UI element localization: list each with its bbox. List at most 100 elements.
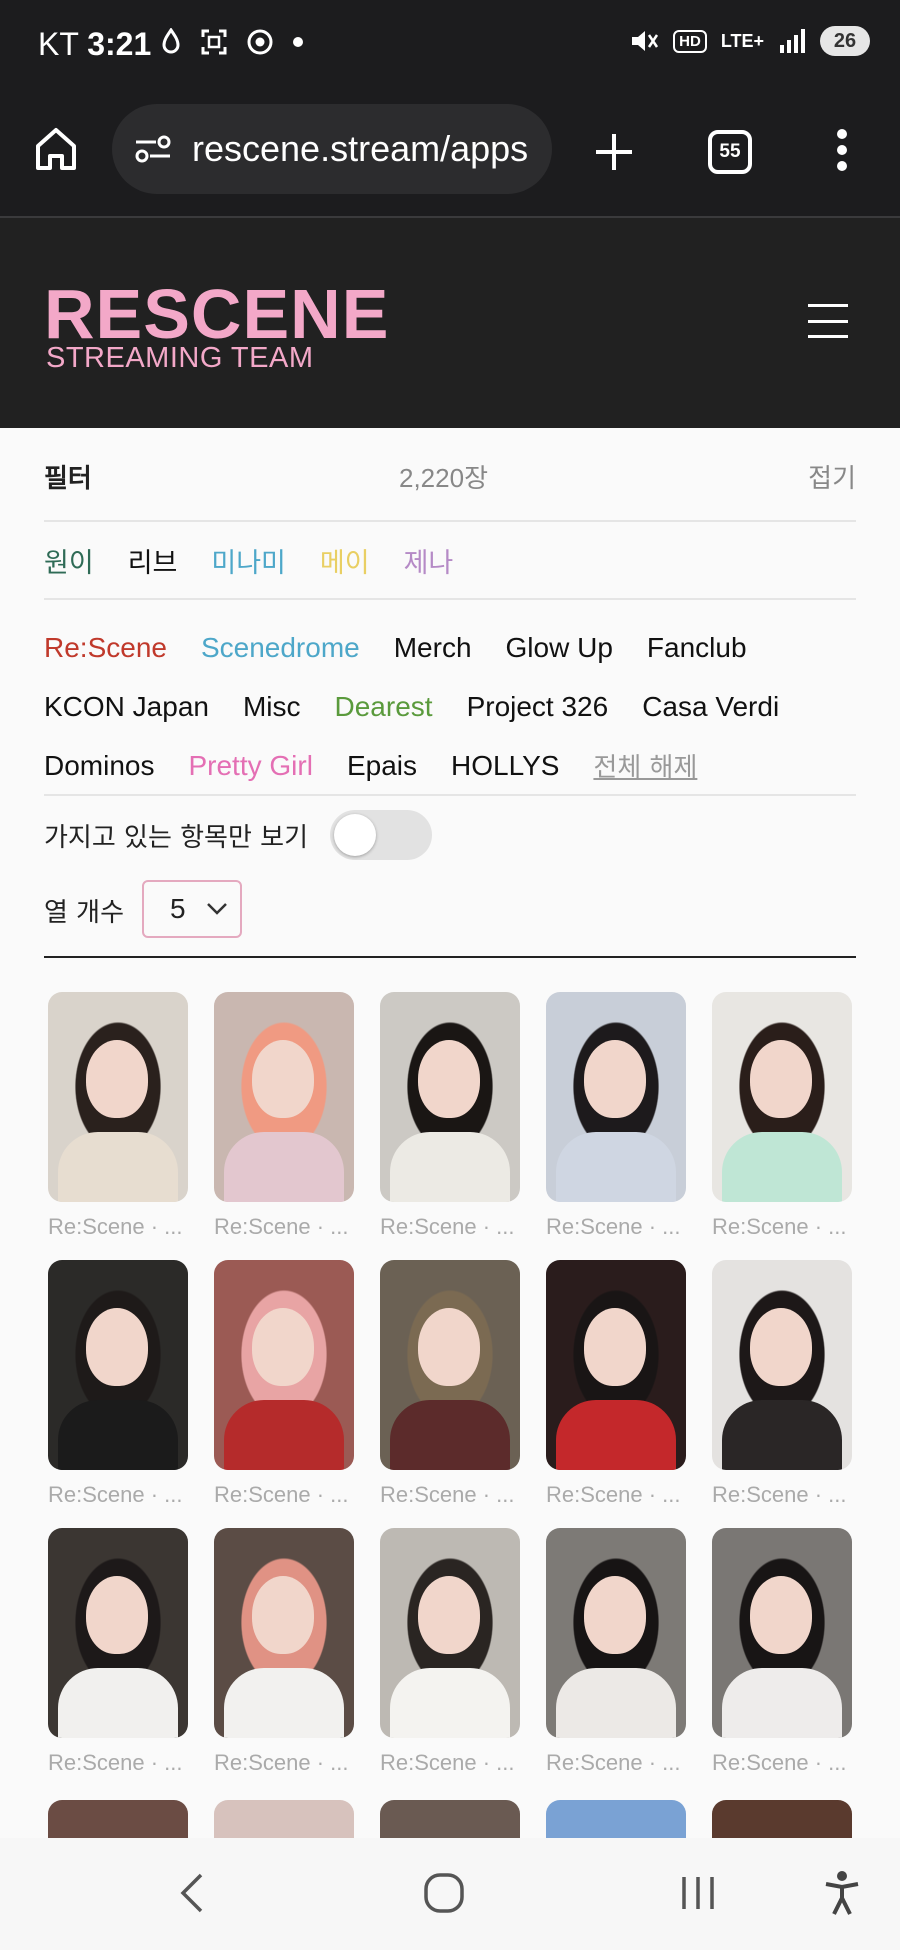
member-filter-wonhee[interactable]: 원이 (44, 541, 94, 580)
photocard-image[interactable] (712, 1260, 852, 1470)
home-icon[interactable] (34, 126, 78, 172)
photocard-caption: Re:Scene · ... (380, 1214, 515, 1239)
photocard-image-partial[interactable] (214, 1800, 354, 1838)
photocard-image[interactable] (214, 1260, 354, 1470)
photo-face (584, 1308, 646, 1386)
clear-all-filters-button[interactable]: 전체 해제 (593, 747, 697, 784)
photocard-caption: Re:Scene · ... (48, 1214, 183, 1239)
accessibility-icon (825, 1871, 859, 1915)
photocard[interactable]: Re:Scene · ... (48, 992, 188, 1240)
photocard[interactable]: Re:Scene · ... (214, 1260, 354, 1508)
photocard[interactable]: Re:Scene · ... (48, 1528, 188, 1776)
recents-icon (682, 1877, 714, 1909)
chrome-icon (247, 29, 273, 55)
collapse-filter-button[interactable]: 접기 (808, 458, 856, 495)
chevron-down-icon (207, 903, 227, 915)
photo-outfit (556, 1132, 676, 1202)
photo-outfit (722, 1400, 842, 1470)
photocard[interactable]: Re:Scene · ... (380, 992, 520, 1240)
system-nav-bar (0, 1838, 900, 1950)
member-filter-minami[interactable]: 미나미 (211, 541, 286, 580)
more-menu-icon[interactable] (836, 128, 848, 172)
photo-face (750, 1308, 812, 1386)
tag-misc[interactable]: Misc (243, 691, 301, 723)
photocard-caption: Re:Scene · ... (214, 1482, 349, 1507)
tag-hollys[interactable]: HOLLYS (451, 750, 559, 782)
address-bar[interactable]: rescene.stream/apps (112, 104, 552, 194)
member-filter-may[interactable]: 메이 (320, 541, 370, 580)
photo-face (750, 1576, 812, 1654)
photocard[interactable]: Re:Scene · ... (380, 1260, 520, 1508)
photocard[interactable]: Re:Scene · ... (380, 1528, 520, 1776)
photocard-image-partial[interactable] (48, 1800, 188, 1838)
home-button[interactable] (414, 1868, 474, 1918)
url-text: rescene.stream/apps (192, 128, 529, 169)
photocard[interactable]: Re:Scene · ... (712, 1528, 852, 1776)
column-count-label: 열 개수 (44, 898, 125, 928)
site-settings-icon[interactable] (134, 134, 172, 164)
photocard-image[interactable] (380, 1260, 520, 1470)
photo-outfit (390, 1668, 510, 1738)
photocard-image[interactable] (712, 992, 852, 1202)
tag-kcon-japan[interactable]: KCON Japan (44, 691, 209, 723)
photocard-image-partial[interactable] (546, 1800, 686, 1838)
photocard[interactable]: Re:Scene · ... (48, 1260, 188, 1508)
photo-outfit (722, 1668, 842, 1738)
tag-row-1: Re:Scene Scenedrome Merch Glow Up Fanclu… (44, 618, 856, 677)
tag-rescene[interactable]: Re:Scene (44, 632, 167, 664)
back-button[interactable] (162, 1868, 222, 1918)
tag-pretty-girl[interactable]: Pretty Girl (188, 750, 312, 782)
hamburger-menu-icon[interactable] (808, 304, 848, 338)
photo-outfit (722, 1132, 842, 1202)
photocard-image[interactable] (380, 1528, 520, 1738)
tag-casa-verdi[interactable]: Casa Verdi (642, 691, 779, 723)
logo-subtitle: STREAMING TEAM (46, 342, 314, 374)
photo-face (418, 1576, 480, 1654)
member-filter-liv[interactable]: 리브 (128, 541, 178, 580)
tag-dominos[interactable]: Dominos (44, 750, 154, 782)
photocard-image[interactable] (546, 992, 686, 1202)
owned-only-toggle[interactable] (330, 810, 432, 860)
photocard-caption: Re:Scene · ... (380, 1482, 515, 1507)
photocard[interactable]: Re:Scene · ... (546, 1260, 686, 1508)
status-bar: KT 3:21 HD LTE+ 26 (0, 0, 900, 90)
photocard[interactable]: Re:Scene · ... (712, 1260, 852, 1508)
recents-button[interactable] (668, 1868, 728, 1918)
photocard-image-partial[interactable] (380, 1800, 520, 1838)
photocard-image[interactable] (48, 1260, 188, 1470)
app-notification-icon (162, 28, 180, 54)
photocard[interactable]: Re:Scene · ... (214, 1528, 354, 1776)
tag-merch[interactable]: Merch (394, 632, 472, 664)
photocard-image[interactable] (380, 992, 520, 1202)
tag-dearest[interactable]: Dearest (335, 691, 433, 723)
photocard[interactable]: Re:Scene · ... (546, 1528, 686, 1776)
tag-scenedrome[interactable]: Scenedrome (201, 632, 360, 664)
tag-epais[interactable]: Epais (347, 750, 417, 782)
album-filters: Re:Scene Scenedrome Merch Glow Up Fanclu… (44, 600, 856, 796)
tag-glow-up[interactable]: Glow Up (506, 632, 613, 664)
photocard-image[interactable] (712, 1528, 852, 1738)
photocard[interactable]: Re:Scene · ... (546, 992, 686, 1240)
photocard-image[interactable] (214, 1528, 354, 1738)
photocard[interactable]: Re:Scene · ... (214, 992, 354, 1240)
photocard-image-partial[interactable] (712, 1800, 852, 1838)
photo-outfit (224, 1668, 344, 1738)
tab-switcher-button[interactable]: 55 (708, 130, 752, 174)
photocard[interactable]: Re:Scene · ... (712, 992, 852, 1240)
column-count-select[interactable]: 5 (142, 880, 243, 938)
owned-only-row: 가지고 있는 항목만 보기 (44, 810, 432, 860)
tag-fanclub[interactable]: Fanclub (647, 632, 747, 664)
tag-project-326[interactable]: Project 326 (467, 691, 609, 723)
photocard-image[interactable] (48, 1528, 188, 1738)
member-filter-zena[interactable]: 제나 (404, 541, 454, 580)
new-tab-icon[interactable] (594, 132, 634, 172)
photocard-image[interactable] (546, 1260, 686, 1470)
photocard-image[interactable] (214, 992, 354, 1202)
photocard-image[interactable] (546, 1528, 686, 1738)
photocard-caption: Re:Scene · ... (380, 1750, 515, 1775)
photo-face (584, 1576, 646, 1654)
site-header: RESCENE STREAMING TEAM (0, 218, 900, 428)
photocard-image[interactable] (48, 992, 188, 1202)
accessibility-button[interactable] (812, 1868, 872, 1918)
photo-outfit (58, 1668, 178, 1738)
